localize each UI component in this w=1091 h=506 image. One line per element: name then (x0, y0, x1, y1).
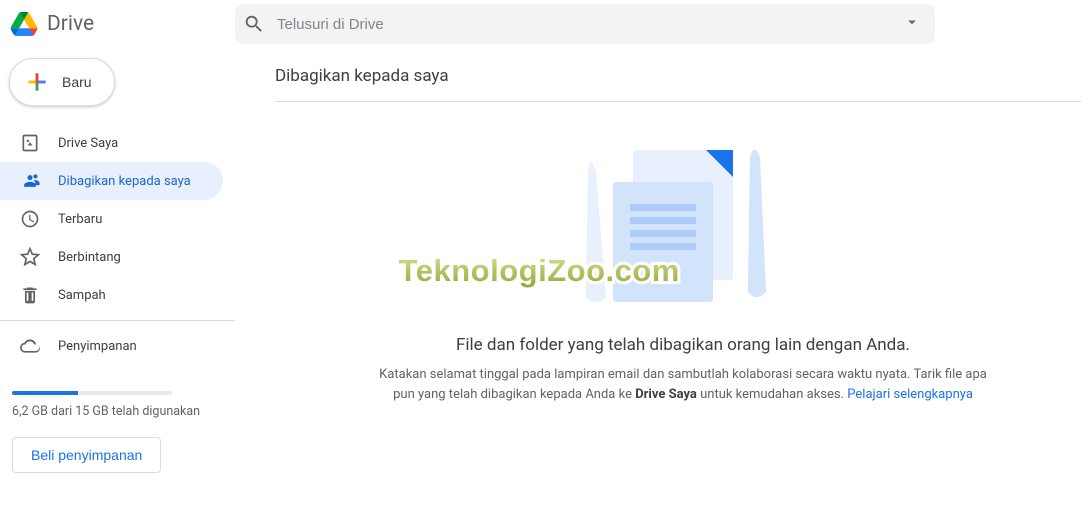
search-bar[interactable] (235, 4, 935, 44)
header: Drive (0, 0, 1091, 48)
sidebar-item-label: Terbaru (58, 212, 102, 227)
sidebar-item-trash[interactable]: Sampah (0, 276, 223, 314)
sidebar-item-label: Drive Saya (58, 136, 118, 151)
empty-state: File dan folder yang telah dibagikan ora… (275, 142, 1091, 404)
storage-text: 6,2 GB dari 15 GB telah digunakan (12, 403, 227, 421)
drive-logo-icon (9, 12, 39, 36)
main: Baru Drive Saya Dibagikan kepada saya Te… (0, 48, 1091, 506)
storage-label: Penyimpanan (58, 339, 137, 354)
chevron-down-icon (903, 13, 921, 31)
app-name: Drive (47, 12, 94, 36)
star-icon (20, 247, 40, 267)
cloud-icon (20, 336, 40, 356)
learn-more-link[interactable]: Pelajari selengkapnya (847, 387, 973, 402)
content: Dibagikan kepada saya File dan folder ya… (235, 48, 1091, 506)
sidebar-item-starred[interactable]: Berbintang (0, 238, 223, 276)
empty-subtext: Katakan selamat tinggal pada lampiran em… (373, 365, 993, 404)
sidebar-storage-nav: Penyimpanan (0, 327, 235, 365)
shared-icon (20, 171, 40, 191)
search-input[interactable] (265, 16, 897, 33)
drive-icon (20, 133, 40, 153)
divider (0, 320, 235, 321)
sidebar-item-shared[interactable]: Dibagikan kepada saya (0, 162, 223, 200)
storage-bar (12, 391, 172, 395)
page-title: Dibagikan kepada saya (275, 66, 1081, 102)
plus-icon (24, 69, 50, 95)
empty-sub-bold: Drive Saya (635, 387, 697, 402)
new-button[interactable]: Baru (9, 58, 115, 106)
sidebar-item-recent[interactable]: Terbaru (0, 200, 223, 238)
sidebar-item-label: Berbintang (58, 250, 121, 265)
search-options-dropdown[interactable] (897, 7, 927, 41)
trash-icon (20, 285, 40, 305)
sidebar-item-my-drive[interactable]: Drive Saya (0, 124, 223, 162)
storage-section: 6,2 GB dari 15 GB telah digunakan Beli p… (0, 365, 235, 473)
buy-storage-button[interactable]: Beli penyimpanan (12, 437, 161, 473)
shared-docs-illustration (578, 142, 788, 307)
logo-area[interactable]: Drive (0, 12, 235, 36)
sidebar-nav: Drive Saya Dibagikan kepada saya Terbaru… (0, 124, 235, 314)
storage-bar-fill (12, 391, 78, 395)
empty-heading: File dan folder yang telah dibagikan ora… (456, 335, 910, 355)
search-icon (243, 13, 265, 35)
clock-icon (20, 209, 40, 229)
empty-sub-part2: untuk kemudahan akses. (697, 387, 847, 402)
sidebar-item-label: Dibagikan kepada saya (58, 174, 191, 189)
sidebar: Baru Drive Saya Dibagikan kepada saya Te… (0, 48, 235, 506)
sidebar-item-label: Sampah (58, 288, 106, 303)
new-button-label: Baru (62, 74, 92, 90)
sidebar-item-storage[interactable]: Penyimpanan (0, 327, 223, 365)
